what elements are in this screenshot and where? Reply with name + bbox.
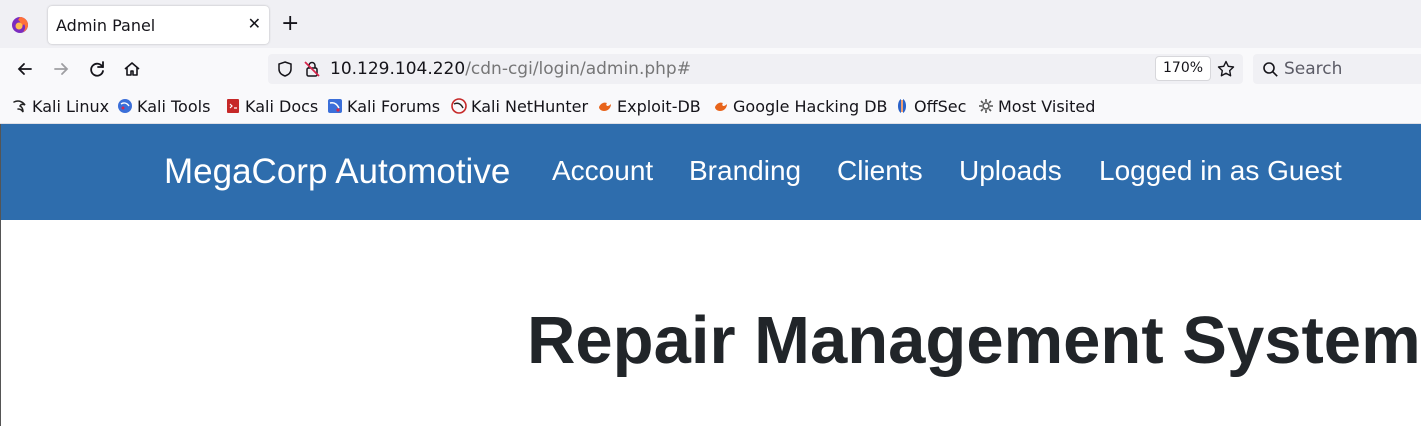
navigation-toolbar: 10.129.104.220/cdn-cgi/login/admin.php# … [0,48,1421,91]
url-text[interactable]: 10.129.104.220/cdn-cgi/login/admin.php# [330,59,691,79]
bookmark-label: Exploit-DB [617,97,701,116]
nav-link-account[interactable]: Account [552,155,653,187]
forward-arrow-icon [54,63,69,75]
bookmark-label: Kali Forums [347,97,441,116]
nav-link-uploads[interactable]: Uploads [959,155,1062,187]
back-arrow-icon [17,63,32,75]
site-brand[interactable]: MegaCorp Automotive [164,152,510,192]
bookmark-kali-linux[interactable]: Kali Linux [12,97,109,117]
exploit-db-icon [599,102,611,111]
url-bar[interactable]: 10.129.104.220/cdn-cgi/login/admin.php# … [268,54,1243,84]
close-tab-icon[interactable]: ✕ [248,14,261,34]
search-placeholder: Search [1284,59,1343,79]
bookmark-google-hacking-db[interactable]: Google Hacking DB [713,97,888,117]
reload-button[interactable] [86,58,108,80]
tab-admin-panel[interactable]: Admin Panel ✕ [48,6,269,44]
new-tab-button[interactable]: + [281,13,299,35]
bookmark-kali-forums[interactable]: Kali Forums [327,97,440,117]
bookmark-label: Kali Linux [32,97,110,116]
ghdb-icon [715,102,727,111]
bookmark-label: Most Visited [998,97,1096,116]
reload-icon [90,61,104,77]
gear-icon [979,99,993,113]
bookmark-label: Google Hacking DB [733,97,888,116]
insecure-lock-icon[interactable] [303,60,321,78]
search-icon [1263,62,1278,77]
back-button[interactable] [14,58,36,80]
bookmark-exploit-db[interactable]: Exploit-DB [597,97,701,117]
home-icon [124,62,140,76]
nethunter-icon [451,98,467,114]
bookmark-label: OffSec [914,97,967,116]
bookmark-offsec[interactable]: OffSec [894,97,966,117]
nav-link-clients[interactable]: Clients [837,155,923,187]
kali-forums-icon [328,99,342,113]
tab-title: Admin Panel [56,16,156,35]
page-heading: Repair Management System [527,303,1421,378]
tab-strip: Admin Panel ✕ + [0,0,1421,48]
bookmark-kali-docs[interactable]: Kali Docs [225,97,318,117]
kali-dragon-icon [13,100,26,113]
bookmark-label: Kali NetHunter [471,97,589,116]
site-navbar: MegaCorp Automotive Account Branding Cli… [1,124,1421,220]
bookmark-label: Kali Docs [245,97,319,116]
bookmark-star-icon[interactable] [1216,59,1236,79]
offsec-icon [898,99,906,113]
bookmarks-toolbar: Kali Linux Kali Tools Kali Docs Kali For… [0,91,1421,124]
url-path: /cdn-cgi/login/admin.php# [465,59,691,79]
kali-docs-icon [227,99,239,113]
search-box[interactable]: Search [1253,54,1421,84]
web-page: MegaCorp Automotive Account Branding Cli… [0,124,1421,426]
bookmark-kali-tools[interactable]: Kali Tools [117,97,210,117]
kali-tools-icon [118,99,132,113]
nav-link-logged-in-user[interactable]: Logged in as Guest [1099,155,1342,187]
url-host: 10.129.104.220 [330,59,466,79]
home-button[interactable] [121,58,143,80]
bookmark-label: Kali Tools [137,97,211,116]
tracking-shield-icon[interactable] [276,60,294,78]
bookmark-kali-nethunter[interactable]: Kali NetHunter [451,97,588,117]
firefox-icon[interactable] [11,16,29,34]
forward-button[interactable] [50,58,72,80]
bookmark-most-visited[interactable]: Most Visited [978,97,1095,117]
nav-link-branding[interactable]: Branding [689,155,801,187]
zoom-level-button[interactable]: 170% [1155,56,1212,81]
